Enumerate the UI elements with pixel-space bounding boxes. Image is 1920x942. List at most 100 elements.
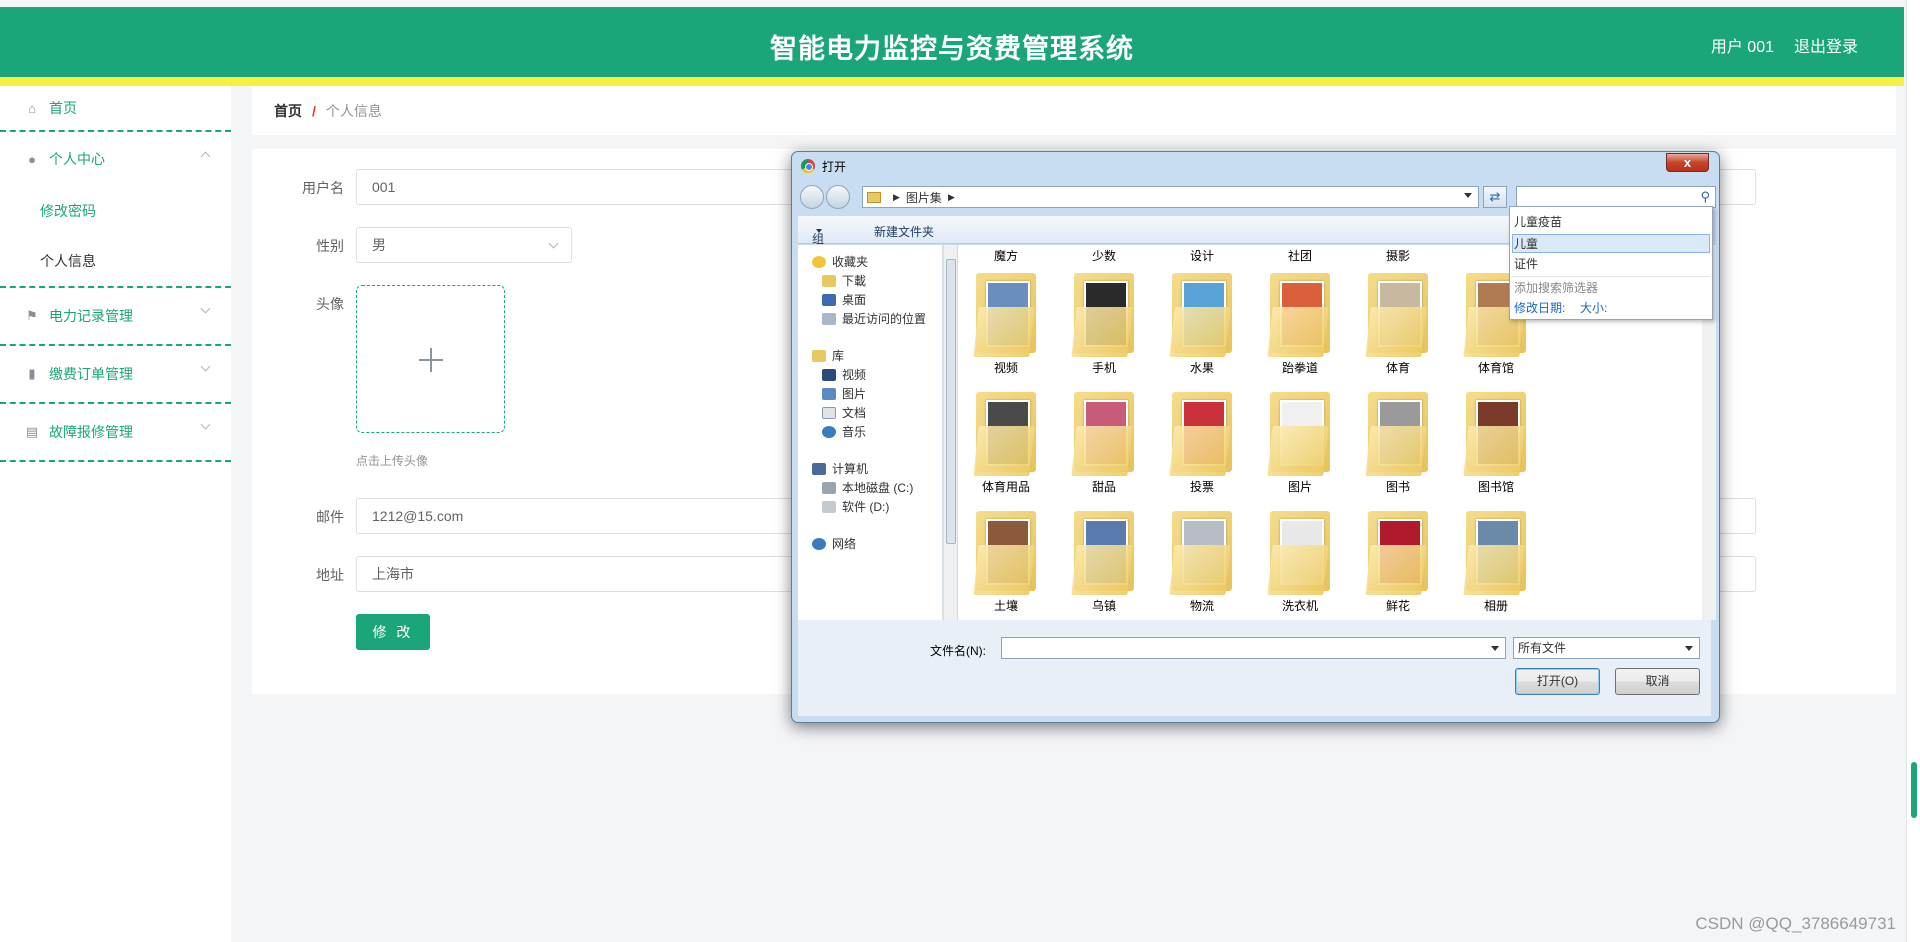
nav-network[interactable]: 网络: [812, 535, 856, 552]
page-scrollbar[interactable]: [1906, 0, 1920, 942]
chevron-up-icon: [200, 151, 211, 162]
avatar-uploader[interactable]: [356, 285, 505, 433]
breadcrumb-separator: /: [312, 102, 316, 119]
logout-link[interactable]: 退出登录: [1794, 33, 1858, 57]
nav-label: 图片: [842, 387, 867, 401]
folder-item[interactable]: 乌镇: [1056, 505, 1152, 614]
folder-item[interactable]: 甜品: [1056, 386, 1152, 495]
folder-front: [1463, 426, 1525, 476]
watermark: CSDN @QQ_3786649731: [1695, 914, 1896, 933]
folder-front: [1267, 545, 1329, 595]
filter-size[interactable]: 大小:: [1580, 299, 1607, 316]
folder-front: [973, 426, 1035, 476]
nav-recent[interactable]: 最近访问的位置: [822, 310, 926, 327]
folder-label[interactable]: 设计: [1154, 247, 1250, 264]
folder-item[interactable]: 鲜花: [1350, 505, 1446, 614]
folder-item[interactable]: 视频: [958, 267, 1054, 376]
folder-item[interactable]: 水果: [1154, 267, 1250, 376]
folder-item[interactable]: 跆拳道: [1252, 267, 1348, 376]
chevron-down-icon: [200, 303, 211, 314]
search-input[interactable]: ⚲: [1516, 186, 1716, 208]
folder-label: 乌镇: [1091, 599, 1116, 613]
folder-label[interactable]: 少数: [1056, 247, 1152, 264]
suggestion-item[interactable]: 证件: [1514, 255, 1538, 272]
organize-menu[interactable]: 组织: [812, 223, 824, 263]
folder-item[interactable]: 相册: [1448, 505, 1544, 614]
dropdown-arrow-icon[interactable]: [1464, 193, 1472, 198]
upload-tip: 点击上传头像: [356, 454, 429, 468]
folder-item[interactable]: 图书: [1350, 386, 1446, 495]
ticket-icon: ▤: [25, 424, 39, 439]
nav-downloads[interactable]: 下載: [822, 272, 866, 289]
sidebar-item-personal-center[interactable]: ● 个人中心: [0, 132, 231, 186]
folder-front: [1071, 307, 1133, 357]
nav-music[interactable]: 音乐: [822, 423, 866, 440]
path-segment[interactable]: 图片集: [906, 189, 942, 206]
sidebar-item-personal-info[interactable]: 个人信息: [0, 236, 231, 286]
folder-label[interactable]: 魔方: [958, 247, 1054, 264]
nav-label: 软件 (D:): [842, 500, 890, 514]
folder-item[interactable]: 图书馆: [1448, 386, 1544, 495]
address-bar[interactable]: ▶ 图片集 ▶: [862, 186, 1479, 208]
nav-pane-scrollbar[interactable]: [943, 245, 957, 620]
forward-button[interactable]: [826, 185, 850, 209]
scrollbar-thumb[interactable]: [946, 259, 956, 544]
dialog-close-button[interactable]: x: [1666, 153, 1709, 172]
refresh-button[interactable]: ⇄: [1483, 186, 1507, 208]
folder-label[interactable]: 摄影: [1350, 247, 1446, 264]
nav-documents[interactable]: 文档: [822, 404, 866, 421]
nav-library[interactable]: 库: [812, 347, 844, 364]
filename-input[interactable]: [1001, 637, 1506, 659]
search-icon[interactable]: ⚲: [1700, 189, 1710, 205]
home-icon: ⌂: [28, 100, 36, 116]
recent-places-icon: [822, 312, 836, 325]
folder-label: 鲜花: [1385, 599, 1410, 613]
disk-icon: [822, 481, 836, 494]
folder-item[interactable]: 图片: [1252, 386, 1348, 495]
sidebar-item-change-password[interactable]: 修改密码: [0, 186, 231, 236]
folder-front: [1071, 426, 1133, 476]
dropdown-arrow-icon[interactable]: [1491, 646, 1499, 651]
cancel-button[interactable]: 取消: [1615, 668, 1700, 695]
folder-icon: [1462, 386, 1530, 476]
nav-videos[interactable]: 视频: [822, 366, 866, 383]
folder-icon: [1070, 386, 1138, 476]
folder-item[interactable]: 土壤: [958, 505, 1054, 614]
nav-favorites[interactable]: 收藏夹: [812, 253, 868, 270]
folder-label[interactable]: 社团: [1252, 247, 1348, 264]
back-button[interactable]: [800, 185, 824, 209]
nav-disk-d[interactable]: 软件 (D:): [822, 498, 889, 515]
suggestion-item[interactable]: 儿童: [1514, 235, 1538, 252]
modify-button[interactable]: 修 改: [356, 614, 430, 650]
breadcrumb-home[interactable]: 首页: [274, 101, 302, 121]
folder-item[interactable]: 物流: [1154, 505, 1250, 614]
folder-item[interactable]: 投票: [1154, 386, 1250, 495]
sidebar-item-power-records[interactable]: ⚑ 电力记录管理: [0, 288, 231, 344]
filter-modified-date[interactable]: 修改日期:: [1514, 299, 1565, 316]
sidebar-item-payment-orders[interactable]: ▮ 缴费订单管理: [0, 346, 231, 402]
sidebar-item-home[interactable]: ⌂ 首页: [0, 86, 231, 130]
folder-item[interactable]: 手机: [1056, 267, 1152, 376]
nav-label: 下載: [842, 274, 867, 288]
computer-icon: [812, 462, 826, 475]
nav-computer[interactable]: 计算机: [812, 460, 868, 477]
nav-label: 库: [832, 349, 845, 363]
scrollbar-thumb[interactable]: [1911, 762, 1917, 818]
current-user[interactable]: 用户 001: [1711, 33, 1774, 57]
folder-item[interactable]: 洗衣机: [1252, 505, 1348, 614]
open-button[interactable]: 打开(O): [1515, 668, 1600, 695]
folder-label: 手机: [1091, 361, 1116, 375]
filetype-select[interactable]: 所有文件: [1513, 637, 1700, 659]
sidebar-item-repair[interactable]: ▤ 故障报修管理: [0, 404, 231, 460]
folder-icon: [1266, 505, 1334, 595]
suggestion-item[interactable]: 儿童疫苗: [1514, 213, 1562, 230]
filename-label: 文件名(N):: [930, 644, 986, 658]
folder-icon: [1364, 386, 1432, 476]
folder-item[interactable]: 体育: [1350, 267, 1446, 376]
nav-desktop[interactable]: 桌面: [822, 291, 866, 308]
folder-item[interactable]: 体育用品: [958, 386, 1054, 495]
new-folder-button[interactable]: 新建文件夹: [874, 223, 934, 240]
nav-pictures[interactable]: 图片: [822, 385, 866, 402]
gender-select[interactable]: 男: [356, 227, 572, 263]
nav-disk-c[interactable]: 本地磁盘 (C:): [822, 479, 913, 496]
